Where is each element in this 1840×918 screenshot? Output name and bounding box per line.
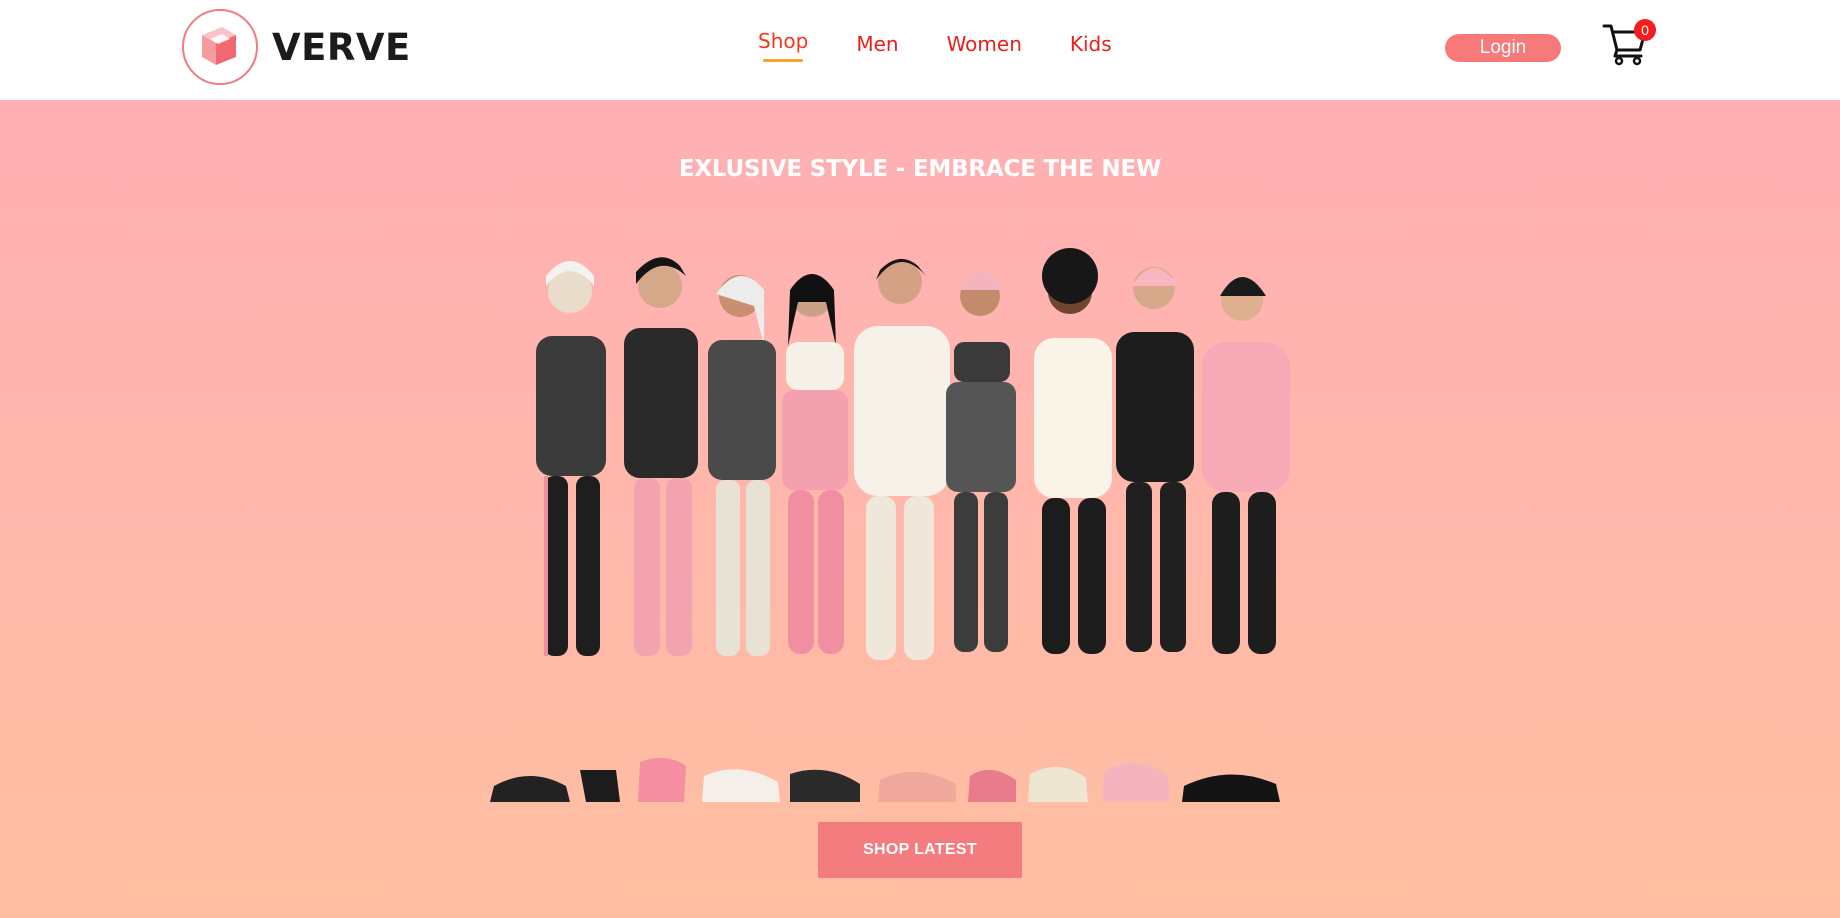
nav-item-label: Shop (758, 29, 809, 53)
figure-1 (536, 261, 606, 656)
hero-tagline: EXLUSIVE STYLE - EMBRACE THE NEW (678, 156, 1162, 182)
nav-item-men[interactable]: Men (856, 30, 898, 58)
figure-5 (854, 258, 950, 660)
brand-logo[interactable]: VERVE (182, 9, 411, 85)
cube-logo-icon (182, 9, 258, 85)
cart-count-badge: 0 (1634, 19, 1656, 41)
figure-3 (708, 275, 776, 656)
figure-2 (624, 257, 698, 656)
shop-latest-button[interactable]: SHOP LATEST (818, 822, 1022, 878)
fashion-group-illustration (490, 246, 1350, 878)
figure-6 (946, 272, 1016, 652)
figure-7 (1034, 248, 1112, 654)
main-nav: Shop Men Women Kids (758, 27, 1160, 62)
figure-8 (1116, 267, 1194, 652)
nav-item-kids[interactable]: Kids (1070, 30, 1112, 58)
login-button[interactable]: Login (1445, 34, 1561, 62)
site-header: VERVE Shop Men Women Kids Login 0 (0, 0, 1840, 100)
hero-section: EXLUSIVE STYLE - EMBRACE THE NEW SHOP LA… (0, 100, 1840, 918)
brand-name: VERVE (272, 25, 411, 69)
sneaker-row (490, 757, 1280, 802)
nav-item-shop[interactable]: Shop (758, 27, 809, 62)
figure-9 (1202, 277, 1290, 654)
nav-item-women[interactable]: Women (947, 30, 1022, 58)
active-nav-underline (763, 59, 804, 62)
figure-4 (782, 274, 848, 654)
